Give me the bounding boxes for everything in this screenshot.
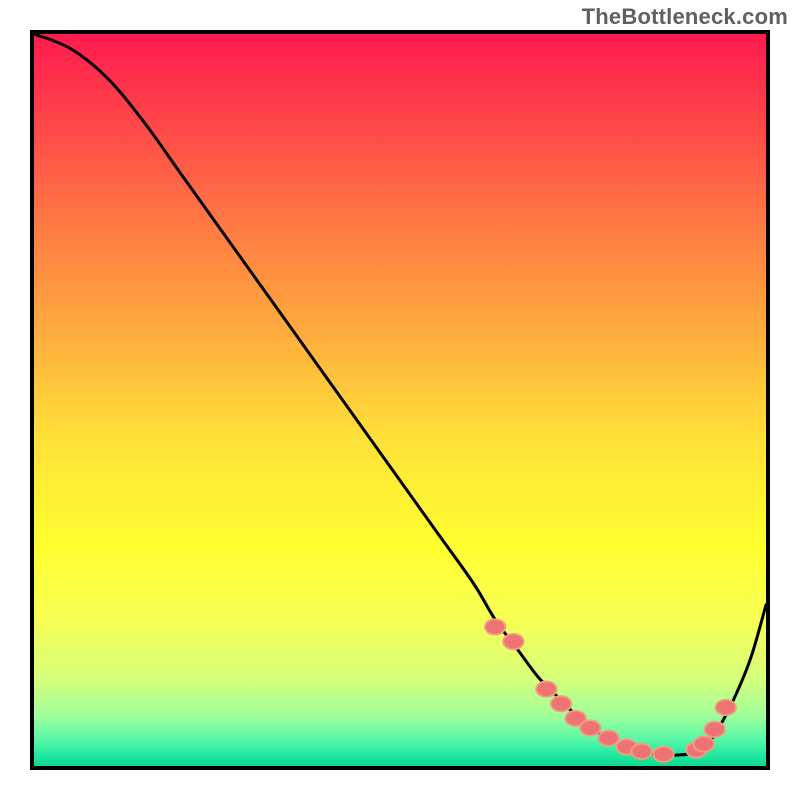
watermark-text: TheBottleneck.com — [582, 4, 788, 30]
plot-frame — [30, 30, 770, 770]
curve-marker — [580, 720, 600, 735]
curve-marker — [503, 634, 523, 649]
curve-marker — [653, 747, 673, 762]
curve-markers — [485, 619, 736, 762]
curve-marker — [705, 722, 725, 737]
curve-marker — [694, 736, 714, 751]
curve-marker — [551, 696, 571, 711]
curve-marker — [598, 730, 618, 745]
chart-stage: TheBottleneck.com — [0, 0, 800, 800]
curve-marker — [715, 700, 735, 715]
curve-marker — [536, 681, 556, 696]
plot-area — [34, 34, 766, 766]
curve-marker — [485, 619, 505, 634]
curve-marker — [631, 744, 651, 759]
bottleneck-curve — [34, 34, 766, 755]
curve-layer — [34, 34, 766, 766]
